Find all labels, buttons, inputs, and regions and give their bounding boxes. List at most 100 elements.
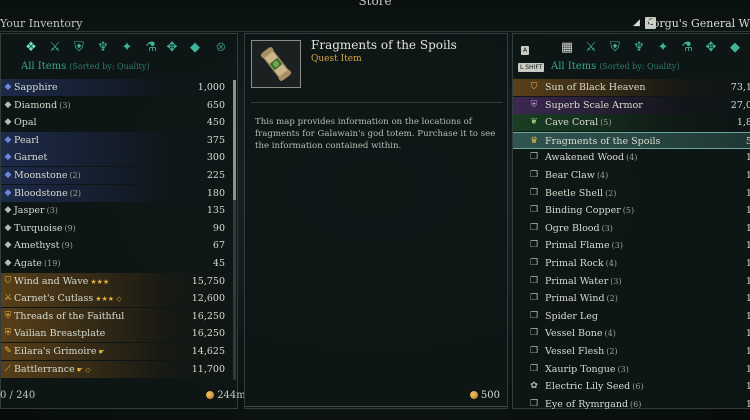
vendor-row[interactable]: ⛨ Superb Scale Armor 27,00 bbox=[513, 96, 750, 114]
inventory-item-name: Amethyst (9) bbox=[14, 237, 73, 254]
inventory-item-value: 650 bbox=[206, 99, 225, 111]
gem-icon: ◆ bbox=[4, 222, 12, 233]
weapons-icon[interactable]: ⚔ bbox=[583, 40, 599, 56]
inventory-row[interactable]: ◆ Agate (19) 45 bbox=[1, 255, 237, 272]
armor-icon[interactable]: ⛨ bbox=[607, 40, 623, 56]
vendor-row[interactable]: ❦ Cave Coral(5) 1,80 bbox=[513, 114, 750, 132]
crown-icon: ♛ bbox=[529, 135, 539, 146]
vendor-item-quantity: (2) bbox=[606, 294, 618, 304]
misc-icon[interactable]: ✥ bbox=[164, 40, 180, 56]
ingredient-icon: ❒ bbox=[529, 205, 539, 216]
inventory-item-value: 180 bbox=[206, 187, 225, 199]
filter-extra-icon[interactable]: ⊗ bbox=[213, 40, 229, 56]
valuables-icon[interactable]: ◆ bbox=[727, 40, 743, 56]
all-items-icon[interactable]: ❖ bbox=[23, 40, 39, 56]
inventory-title: Your Inventory bbox=[0, 17, 83, 30]
vendor-item-value: 10 bbox=[745, 170, 750, 181]
crafting-icon[interactable]: ⚗ bbox=[143, 40, 159, 56]
inventory-row[interactable]: ⛨ Threads of the Faithful 16,250 bbox=[1, 307, 237, 325]
vendor-item-name: Ogre Blood (3) bbox=[545, 220, 613, 237]
inventory-item-name: Pearl bbox=[14, 132, 39, 149]
inventory-row[interactable]: ◆ Moonstone (2) 225 bbox=[1, 167, 237, 184]
inventory-row[interactable]: ✎ Eilara's Grimoire ☛ 14,625 bbox=[1, 343, 237, 360]
vendor-item-label: Awakened Wood bbox=[545, 152, 625, 164]
vendor-item-label: Primal Rock bbox=[545, 258, 604, 269]
inventory-item-label: Jasper bbox=[14, 205, 45, 217]
vendor-row[interactable]: ❒ Primal Wind(2) 10 bbox=[513, 290, 750, 307]
inventory-item-name: Turquoise (9) bbox=[14, 220, 76, 237]
inventory-scroll-thumb[interactable] bbox=[233, 80, 236, 200]
vendor-row[interactable]: ❒ Primal Rock(4) 10 bbox=[513, 255, 750, 272]
gem-icon: ◆ bbox=[4, 205, 12, 216]
inventory-item-name: Vailian Breastplate bbox=[14, 325, 105, 342]
vendor-item-quantity: (5) bbox=[622, 206, 635, 216]
vendor-item-value: 73,12 bbox=[730, 82, 750, 93]
inventory-item-value: 1,000 bbox=[197, 82, 225, 93]
inventory-row[interactable]: ◆ Diamond (3) 650 bbox=[1, 97, 237, 114]
vendor-row[interactable]: ❒ Primal Water(3) 10 bbox=[513, 273, 750, 290]
vendor-item-name: Primal Water (3) bbox=[545, 273, 622, 290]
vendor-row[interactable]: ❒ Spider Leg 10 bbox=[513, 308, 750, 325]
vendor-row[interactable]: ♛ Fragments of the Spoils 50 bbox=[513, 131, 750, 149]
detail-divider bbox=[251, 102, 503, 103]
vendor-row[interactable]: ❒ Bear Claw(4) 10 bbox=[513, 167, 750, 184]
vendor-item-name: Superb Scale Armor bbox=[545, 97, 643, 114]
vendor-item-quantity: (4) bbox=[626, 153, 638, 163]
inventory-item-value: 15,750 bbox=[191, 275, 225, 287]
vendor-item-quantity: (3) bbox=[601, 223, 613, 233]
misc-icon[interactable]: ✥ bbox=[703, 40, 719, 56]
inventory-row[interactable]: ◆ Bloodstone (2) 180 bbox=[1, 184, 237, 202]
a-key-icon[interactable]: A bbox=[521, 46, 530, 55]
gem-icon: ◆ bbox=[4, 170, 12, 180]
inventory-row[interactable]: ◆ Opal 450 bbox=[1, 114, 237, 131]
gems-icon[interactable]: ✦ bbox=[655, 40, 671, 56]
inventory-item-stars: ★★★ ◇ bbox=[95, 295, 122, 304]
vendor-item-value: 1,80 bbox=[736, 117, 750, 129]
armor-icon: ⛨ bbox=[530, 99, 538, 110]
vendor-row[interactable]: ⛉ Sun of Black Heaven 73,12 bbox=[513, 79, 750, 96]
valuables-icon[interactable]: ◆ bbox=[187, 40, 203, 56]
all-items-icon[interactable]: ▦ bbox=[559, 40, 575, 56]
vendor-row[interactable]: ❒ Primal Flame(3) 10 bbox=[513, 237, 750, 254]
vendor-row[interactable]: ❒ Ogre Blood(3) 10 bbox=[513, 220, 750, 237]
crafting-icon[interactable]: ⚗ bbox=[679, 40, 695, 56]
inventory-row[interactable]: ◆ Jasper (3) 135 bbox=[1, 202, 237, 219]
inventory-row[interactable]: ⛉ Wind and Wave ★★★ 15,750 bbox=[1, 272, 237, 290]
inventory-row[interactable]: ◆ Amethyst (9) 67 bbox=[1, 237, 237, 254]
armor-icon[interactable]: ⛨ bbox=[71, 40, 87, 56]
ingredient-icon: ❒ bbox=[529, 222, 539, 233]
bumper-key-icon[interactable]: ◢ bbox=[631, 17, 642, 29]
inventory-row[interactable]: ◆ Garnet 300 bbox=[1, 149, 237, 167]
vendor-item-quantity: (4) bbox=[604, 329, 616, 339]
vendor-item-label: Bear Claw bbox=[545, 170, 595, 181]
inventory-sort-line[interactable]: All Items (Sorted by: Quality) bbox=[21, 61, 150, 72]
vendor-row[interactable]: ❒ Beetle Shell(2) 10 bbox=[513, 185, 750, 202]
inventory-row[interactable]: ⚔ Carnet's Cutlass ★★★ ◇ 12,600 bbox=[1, 290, 237, 308]
vendor-item-label: Binding Copper bbox=[545, 205, 621, 217]
inventory-item-quantity: (9) bbox=[61, 241, 73, 251]
inventory-row[interactable]: ◆ Pearl 375 bbox=[1, 131, 237, 149]
vendor-row[interactable]: ❒ Vessel Bone(4) 10 bbox=[513, 325, 750, 342]
inventory-scrollbar[interactable] bbox=[233, 80, 236, 380]
gems-icon[interactable]: ✦ bbox=[119, 40, 135, 56]
inventory-row[interactable]: ⛨ Vailian Breastplate 16,250 bbox=[1, 325, 237, 343]
inventory-row[interactable]: ⟋ Battlerrance ☛ ◇ 11,700 bbox=[1, 360, 237, 378]
vendor-row[interactable]: ❒ Awakened Wood(4) 10 bbox=[513, 149, 750, 166]
totem-icon[interactable]: ♆ bbox=[631, 40, 647, 56]
inventory-row[interactable]: ◆ Sapphire 1,000 bbox=[1, 79, 237, 96]
vendor-row[interactable]: ❒ Xaurip Tongue(3) 10 bbox=[513, 361, 750, 378]
vendor-sort-line[interactable]: All Items (Sorted by: Quality) bbox=[551, 61, 680, 72]
vendor-row[interactable]: ❒ Vessel Flesh(2) 10 bbox=[513, 343, 750, 360]
vendor-item-value: 50 bbox=[745, 135, 750, 147]
vendor-row[interactable]: ❒ Eye of Rymrgand(6) 10 bbox=[513, 396, 750, 413]
vendor-row[interactable]: ❒ Binding Copper(5) 10 bbox=[513, 202, 750, 219]
inventory-row[interactable]: ◆ Turquoise (9) 90 bbox=[1, 220, 237, 237]
shift-key-icon[interactable]: L SHIFT bbox=[518, 63, 545, 72]
vendor-row[interactable]: ✿ Electric Lily Seed(6) 10 bbox=[513, 378, 750, 395]
gem-icon: ◆ bbox=[4, 240, 12, 251]
inventory-distance: 244m bbox=[206, 390, 246, 401]
weapons-icon[interactable]: ⚔ bbox=[47, 40, 63, 56]
inventory-item-label: Diamond bbox=[14, 99, 58, 111]
vendor-item-name: Primal Wind (2) bbox=[545, 290, 618, 307]
totem-icon[interactable]: ♆ bbox=[95, 40, 111, 56]
